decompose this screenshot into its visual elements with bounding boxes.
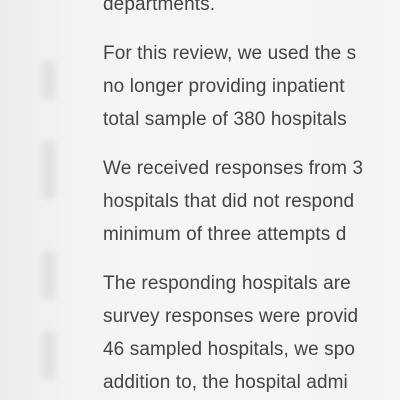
text-line: no longer providing inpatient	[103, 76, 345, 97]
right-edge-fade	[360, 0, 400, 400]
text-line: total sample of 380 hospitals	[103, 109, 347, 130]
margin-smudge	[42, 250, 56, 300]
paragraph: The responding hospitals are survey resp…	[103, 267, 400, 399]
left-margin-blur	[0, 0, 105, 400]
document-text-column: departments. For this review, we used th…	[103, 0, 400, 399]
paragraph: We received responses from 3 hospitals t…	[103, 152, 400, 251]
text-line: minimum of three attempts d	[103, 224, 347, 245]
text-line: The responding hospitals are	[103, 273, 351, 294]
text-line: survey responses were provid	[103, 306, 359, 327]
text-line: For this review, we used the s	[103, 43, 357, 64]
margin-smudge	[42, 140, 56, 200]
text-line: departments.	[103, 0, 216, 15]
margin-smudge	[42, 330, 56, 380]
paragraph: departments.	[103, 0, 400, 21]
margin-smudge	[42, 60, 56, 100]
text-line: We received responses from 3	[103, 158, 364, 179]
text-line: addition to, the hospital admi	[103, 372, 348, 393]
document-page: departments. For this review, we used th…	[0, 0, 400, 400]
paragraph: For this review, we used the s no longer…	[103, 37, 400, 136]
text-line: hospitals that did not respond	[103, 191, 355, 212]
text-line: 46 sampled hospitals, we spo	[103, 339, 356, 360]
